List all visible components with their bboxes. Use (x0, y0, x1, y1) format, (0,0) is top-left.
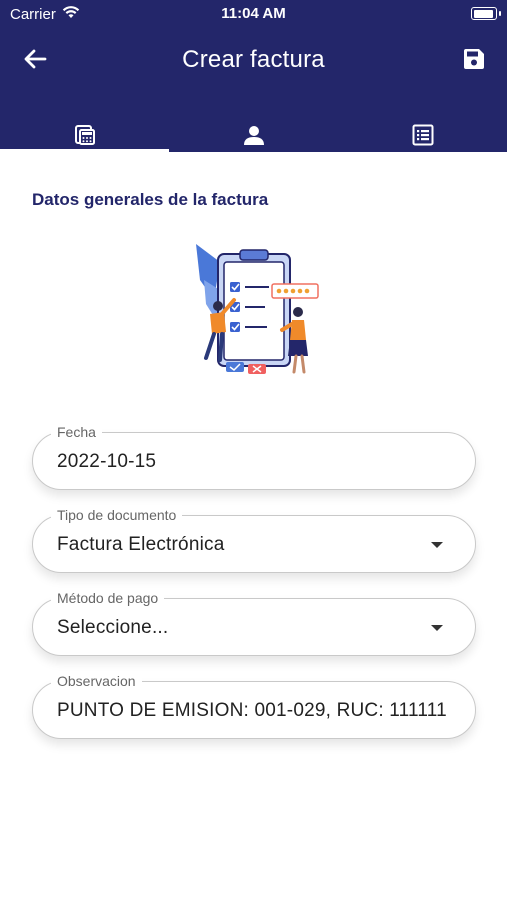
tab-datos-generales[interactable] (0, 118, 169, 152)
person-icon (243, 124, 265, 151)
metodo-pago-select[interactable]: Método de pago Seleccione... (32, 590, 476, 656)
tipo-documento-select[interactable]: Tipo de documento Factura Electrónica (32, 507, 476, 573)
chevron-down-icon (431, 625, 443, 631)
section-title: Datos generales de la factura (32, 190, 269, 209)
invoice-checklist-illustration (190, 240, 330, 380)
tipo-documento-label: Tipo de documento (51, 507, 183, 523)
fecha-value: 2022-10-15 (57, 451, 157, 472)
fecha-field[interactable]: Fecha 2022-10-15 (32, 424, 476, 490)
list-icon (412, 124, 434, 151)
tab-cliente[interactable] (169, 118, 338, 152)
app-bar: Crear factura (0, 30, 507, 90)
chevron-down-icon (431, 542, 443, 548)
battery-icon (471, 7, 501, 20)
metodo-pago-value: Seleccione... (57, 617, 169, 638)
calculator-icon (74, 124, 96, 151)
observacion-value: PUNTO DE EMISION: 001-029, RUC: 111111 (57, 700, 447, 721)
tab-detalle[interactable] (338, 118, 507, 152)
status-time: 11:04 AM (221, 5, 286, 22)
status-bar: Carrier 11:04 AM (0, 0, 507, 28)
tipo-documento-value: Factura Electrónica (57, 534, 225, 555)
fecha-label: Fecha (51, 424, 102, 440)
app-header: Carrier 11:04 AM Crear factura (0, 0, 507, 152)
save-button[interactable] (457, 44, 491, 78)
floppy-disk-icon (463, 48, 485, 75)
tab-bar (0, 118, 507, 152)
observacion-input[interactable]: Observacion PUNTO DE EMISION: 001-029, R… (32, 673, 476, 739)
metodo-pago-label: Método de pago (51, 590, 165, 606)
observacion-label: Observacion (51, 673, 142, 689)
page-title: Crear factura (182, 46, 325, 73)
